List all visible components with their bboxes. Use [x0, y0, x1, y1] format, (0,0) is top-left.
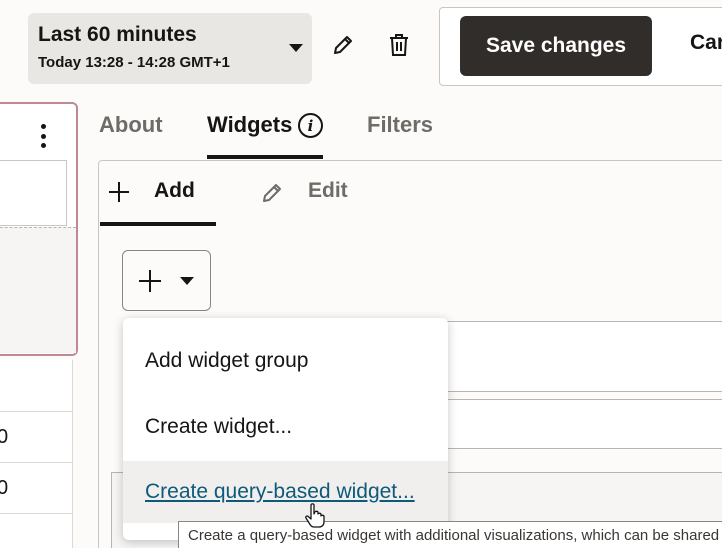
row-divider	[0, 513, 73, 514]
left-card-dropzone	[0, 227, 76, 353]
chevron-down-icon	[180, 277, 194, 285]
hand-cursor-graphic	[305, 503, 325, 528]
row-divider	[0, 411, 73, 412]
time-range-title: Last 60 minutes	[38, 23, 197, 46]
table-cell: 0	[0, 426, 9, 448]
left-table	[0, 360, 73, 548]
table-cell: 0	[0, 477, 9, 499]
save-changes-button[interactable]: Save changes	[460, 16, 652, 76]
menu-item-add-widget-group[interactable]: Add widget group	[123, 330, 448, 392]
subtab-add[interactable]: Add	[154, 179, 195, 203]
active-subtab-indicator	[100, 222, 216, 226]
tab-filters[interactable]: Filters	[367, 112, 433, 138]
pencil-icon-graphic	[334, 36, 352, 54]
menu-item-create-widget[interactable]: Create widget...	[123, 396, 448, 458]
cancel-button[interactable]: Car	[690, 31, 722, 55]
add-menu-button[interactable]	[122, 250, 211, 311]
plus-icon-graphic	[109, 182, 129, 202]
row-divider	[0, 462, 73, 463]
add-dropdown-menu: Add widget group Create widget... Create…	[123, 318, 448, 540]
hand-cursor-icon	[304, 503, 326, 534]
info-icon[interactable]: i	[298, 113, 323, 138]
plus-icon	[108, 181, 130, 208]
pencil-icon[interactable]	[328, 30, 358, 60]
menu-item-create-query-based-widget[interactable]: Create query-based widget...	[123, 461, 448, 523]
kebab-menu-icon[interactable]	[40, 124, 46, 148]
widget-field[interactable]	[420, 399, 722, 449]
subtab-edit[interactable]: Edit	[308, 179, 348, 203]
pencil-icon	[260, 181, 284, 210]
active-tab-indicator	[207, 155, 323, 159]
trash-icon[interactable]	[384, 30, 414, 60]
time-range-selector[interactable]: Last 60 minutes Today 13:28 - 14:28 GMT+…	[28, 13, 312, 84]
tab-about[interactable]: About	[99, 112, 163, 138]
tooltip: Create a query-based widget with additio…	[178, 521, 722, 548]
plus-icon	[139, 270, 161, 292]
widget-field[interactable]	[420, 321, 722, 392]
trash-icon-graphic	[390, 34, 408, 56]
chevron-down-icon[interactable]	[289, 44, 303, 52]
tab-widgets[interactable]: Widgets	[207, 112, 292, 138]
time-range-subtitle: Today 13:28 - 14:28 GMT+1	[38, 54, 230, 71]
pencil-icon-graphic	[263, 184, 281, 202]
left-card-field[interactable]	[0, 160, 67, 226]
